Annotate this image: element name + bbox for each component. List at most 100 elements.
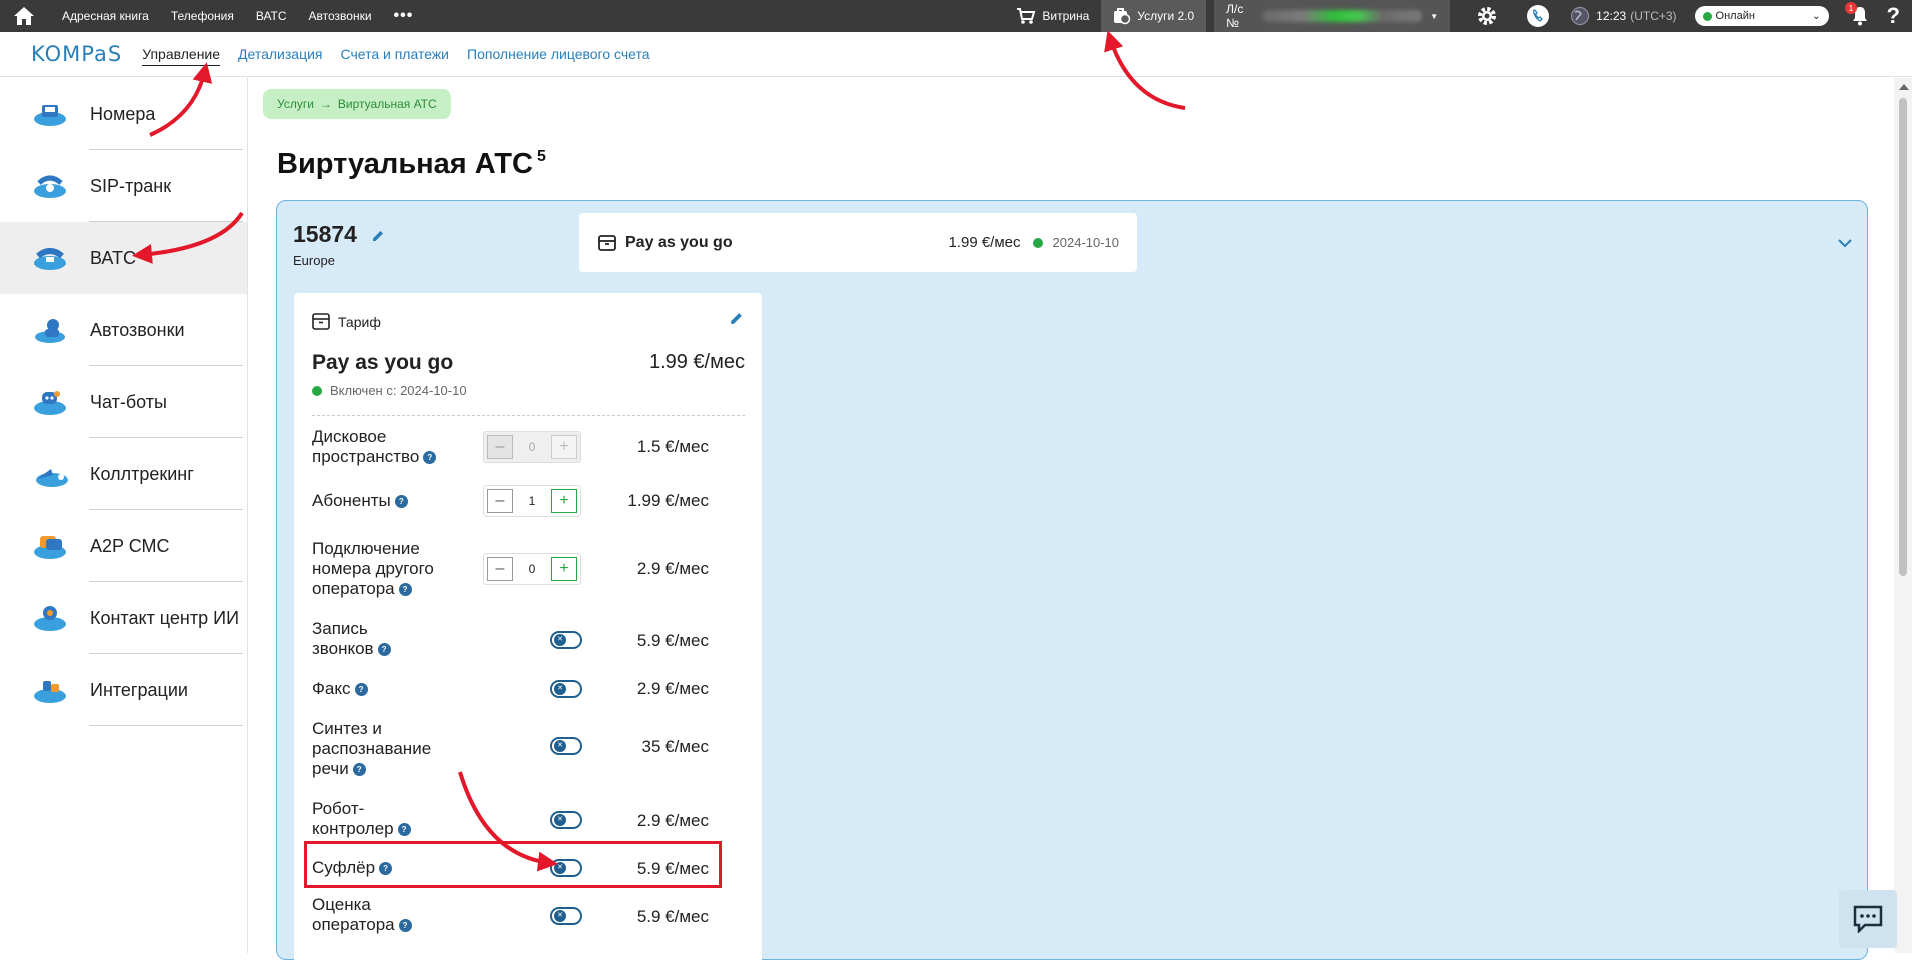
status-label: Онлайн bbox=[1715, 10, 1755, 22]
sidebar-item-label: ВАТС bbox=[90, 247, 137, 268]
option-name: Абоненты? bbox=[312, 491, 472, 511]
edit-pencil-icon[interactable] bbox=[729, 311, 744, 331]
stepper-value: 0 bbox=[528, 440, 536, 454]
decrement-button[interactable]: – bbox=[487, 489, 513, 513]
option-label: Оценка оператора bbox=[312, 895, 395, 934]
cart-icon bbox=[1017, 8, 1036, 24]
services-link[interactable]: Услуги 2.0 bbox=[1101, 0, 1207, 32]
sidebar-item-chatbots[interactable]: Чат-боты bbox=[0, 366, 247, 438]
tab-management[interactable]: Управление bbox=[142, 46, 221, 66]
sidebar-item-label: SIP-транк bbox=[90, 175, 172, 196]
softphone-button[interactable] bbox=[1514, 0, 1562, 32]
option-row: Синтез и распознавание речи? ✕ 35 €/мес bbox=[312, 719, 742, 779]
help-icon[interactable]: ? bbox=[354, 683, 368, 696]
pbx-number: 15874 bbox=[293, 221, 385, 249]
option-toggle[interactable]: ✕ bbox=[550, 811, 582, 829]
more-menu-button[interactable]: ••• bbox=[394, 7, 414, 25]
help-icon[interactable]: ? bbox=[423, 451, 437, 464]
clock-time: 12:23 bbox=[1596, 9, 1627, 23]
increment-button[interactable]: + bbox=[551, 489, 577, 513]
close-icon: ✕ bbox=[554, 634, 566, 646]
sidebar-item-a2p-sms[interactable]: A2P СМС bbox=[0, 510, 247, 582]
option-price: 2.9 €/мес bbox=[636, 811, 709, 830]
sidebar-item-integrations[interactable]: Интеграции bbox=[0, 654, 247, 726]
sidebar-item-numbers[interactable]: Номера bbox=[0, 78, 247, 150]
nav-address-book[interactable]: Адресная книга bbox=[62, 9, 149, 23]
option-label: Дисковое пространство bbox=[312, 427, 420, 466]
option-row: Факс? ✕ 2.9 €/мес bbox=[312, 677, 742, 701]
stepper-value[interactable]: 1 bbox=[529, 494, 536, 508]
chatbots-icon bbox=[31, 387, 69, 417]
logo[interactable]: KOMPaS bbox=[31, 42, 122, 66]
services-icon bbox=[1114, 8, 1131, 25]
page-scrollbar[interactable] bbox=[1894, 78, 1912, 953]
edit-pencil-icon[interactable] bbox=[371, 222, 385, 249]
status-select[interactable]: Онлайн ⌄ bbox=[1694, 6, 1829, 26]
sidebar-item-ai-contact-center[interactable]: Контакт центр ИИ bbox=[0, 582, 247, 654]
option-name: Робот-контролер? bbox=[312, 799, 422, 839]
scroll-up-icon[interactable] bbox=[1899, 84, 1909, 90]
help-icon[interactable]: ? bbox=[397, 823, 411, 836]
option-toggle[interactable]: ✕ bbox=[550, 737, 582, 755]
services-label: Услуги 2.0 bbox=[1137, 9, 1195, 23]
account-selector[interactable]: Л/с № ▼ bbox=[1214, 0, 1451, 32]
nav-autocalls[interactable]: Автозвонки bbox=[309, 9, 372, 23]
clock-widget: 12:23 (UTC+3) bbox=[1562, 0, 1684, 32]
nav-telephony[interactable]: Телефония bbox=[171, 9, 234, 23]
increment-button[interactable]: + bbox=[551, 557, 577, 581]
help-icon[interactable]: ? bbox=[398, 919, 412, 932]
clock-timezone: (UTC+3) bbox=[1630, 9, 1677, 23]
sidebar-item-label: Чат-боты bbox=[90, 391, 167, 412]
scrollbar-thumb[interactable] bbox=[1899, 98, 1907, 576]
help-icon[interactable]: ? bbox=[398, 583, 412, 596]
chevron-down-icon[interactable] bbox=[1837, 235, 1853, 253]
help-icon[interactable]: ? bbox=[352, 763, 366, 776]
showcase-link[interactable]: Витрина bbox=[1004, 0, 1101, 32]
tab-invoices[interactable]: Счета и платежи bbox=[341, 46, 450, 62]
decrement-button[interactable]: – bbox=[487, 557, 513, 581]
tab-topup[interactable]: Пополнение лицевого счета bbox=[467, 46, 650, 62]
home-icon[interactable] bbox=[0, 0, 48, 32]
calltracking-icon bbox=[31, 459, 69, 489]
breadcrumb-root[interactable]: Услуги bbox=[277, 97, 314, 111]
divider bbox=[312, 415, 745, 416]
support-chat-button[interactable] bbox=[1839, 890, 1897, 948]
option-toggle[interactable]: ✕ bbox=[550, 680, 582, 698]
help-icon[interactable]: ? bbox=[377, 643, 391, 656]
globe-icon bbox=[1571, 7, 1590, 25]
stepper-value[interactable]: 0 bbox=[529, 562, 536, 576]
help-button[interactable]: ? bbox=[1881, 0, 1912, 32]
option-label: Синтез и распознавание речи bbox=[312, 719, 432, 778]
nav-vats[interactable]: ВАТС bbox=[256, 9, 287, 23]
pbx-region: Europe bbox=[293, 253, 335, 268]
option-toggle[interactable]: ✕ bbox=[550, 631, 582, 649]
quantity-stepper: – 1 + bbox=[483, 485, 581, 517]
top-bar-right: Витрина Услуги 2.0 Л/с № ▼ 12:23 (UTC+3)… bbox=[1004, 0, 1912, 32]
sidebar-item-label: A2P СМС bbox=[90, 535, 170, 556]
option-row: Запись звонков? ✕ 5.9 €/мес bbox=[312, 619, 742, 659]
tab-details[interactable]: Детализация bbox=[238, 46, 322, 62]
tariff-summary: Pay as you go 1.99 €/мес 2024-10-10 bbox=[579, 213, 1137, 272]
archive-icon bbox=[598, 234, 616, 251]
account-number-redacted bbox=[1261, 10, 1423, 22]
sidebar-item-autocalls[interactable]: Автозвонки bbox=[0, 294, 247, 366]
gear-icon bbox=[1478, 7, 1497, 25]
increment-button: + bbox=[551, 435, 577, 459]
close-icon: ✕ bbox=[554, 740, 566, 752]
option-label: Абоненты bbox=[312, 491, 391, 510]
option-row: Подключение номера другого оператора? – … bbox=[312, 539, 742, 599]
tariff-card-title: Тариф bbox=[338, 313, 381, 330]
option-row: Дисковое пространство? – 0 + 1.5 €/мес bbox=[312, 427, 742, 467]
plan-name: Pay as you go bbox=[312, 351, 454, 374]
close-icon: ✕ bbox=[554, 910, 566, 922]
status-dot bbox=[1702, 11, 1712, 21]
sidebar-item-label: Номера bbox=[90, 103, 156, 124]
settings-button[interactable] bbox=[1450, 0, 1514, 32]
sidebar-item-sip-trunk[interactable]: SIP-транк bbox=[0, 150, 247, 222]
sidebar-item-vats[interactable]: ВАТС bbox=[0, 222, 247, 294]
option-toggle[interactable]: ✕ bbox=[550, 907, 582, 925]
sidebar-item-calltracking[interactable]: Коллтрекинг bbox=[0, 438, 247, 510]
integrations-icon bbox=[31, 675, 69, 705]
help-icon[interactable]: ? bbox=[394, 495, 408, 508]
sidebar-item-label: Автозвонки bbox=[90, 319, 185, 340]
